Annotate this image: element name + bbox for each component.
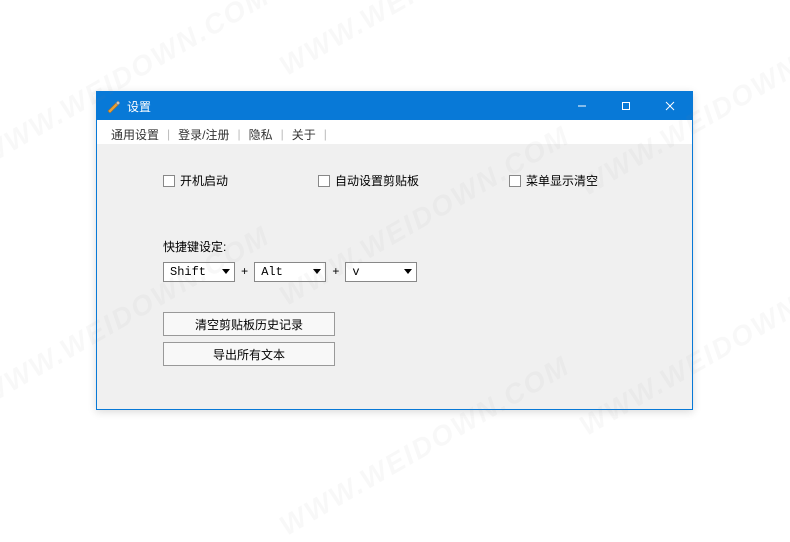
tab-separator: | [279,127,286,141]
chevron-down-icon [218,263,234,281]
titlebar: 设置 [97,92,692,120]
dropdown-text: Shift [164,265,218,279]
checkbox-box-icon [318,175,330,187]
tab-separator: | [322,127,329,141]
export-text-button[interactable]: 导出所有文本 [163,342,335,366]
settings-window: 设置 通用设置 | 登录/注册 | 隐私 | 关于 | 开机启动 [96,91,693,410]
hotkey-modifier1-dropdown[interactable]: Shift [163,262,235,282]
hotkey-key-dropdown[interactable]: v [345,262,417,282]
tab-bar: 通用设置 | 登录/注册 | 隐私 | 关于 | [97,120,692,144]
dropdown-text: v [346,265,400,279]
checkbox-label: 自动设置剪贴板 [335,172,419,189]
tab-login[interactable]: 登录/注册 [172,124,235,145]
plus-separator: + [332,265,339,279]
close-button[interactable] [648,92,692,120]
checkbox-autostart[interactable]: 开机启动 [163,172,228,189]
maximize-button[interactable] [604,92,648,120]
checkbox-label: 开机启动 [180,172,228,189]
titlebar-buttons [560,92,692,120]
hotkey-row: Shift + Alt + v [163,262,417,282]
button-label: 清空剪贴板历史记录 [195,316,303,333]
hotkey-label: 快捷键设定: [163,238,226,255]
checkbox-box-icon [163,175,175,187]
hotkey-modifier2-dropdown[interactable]: Alt [254,262,326,282]
dropdown-text: Alt [255,265,309,279]
tab-about[interactable]: 关于 [286,124,322,145]
minimize-button[interactable] [560,92,604,120]
tab-privacy[interactable]: 隐私 [243,124,279,145]
checkbox-menu-show-clear[interactable]: 菜单显示清空 [509,172,598,189]
tab-separator: | [165,127,172,141]
clear-history-button[interactable]: 清空剪贴板历史记录 [163,312,335,336]
window-title: 设置 [127,98,560,115]
watermark-text: WWW.WEIDOWN.COM [274,0,575,82]
plus-separator: + [241,265,248,279]
tab-general[interactable]: 通用设置 [105,124,165,145]
chevron-down-icon [309,263,325,281]
chevron-down-icon [400,263,416,281]
checkbox-label: 菜单显示清空 [526,172,598,189]
checkbox-auto-clipboard[interactable]: 自动设置剪贴板 [318,172,419,189]
checkbox-box-icon [509,175,521,187]
checkbox-row: 开机启动 自动设置剪贴板 菜单显示清空 [163,172,664,189]
app-icon [105,98,121,114]
tab-separator: | [235,127,242,141]
button-label: 导出所有文本 [213,346,285,363]
content-panel: 开机启动 自动设置剪贴板 菜单显示清空 快捷键设定: Shift + Alt [105,144,684,401]
